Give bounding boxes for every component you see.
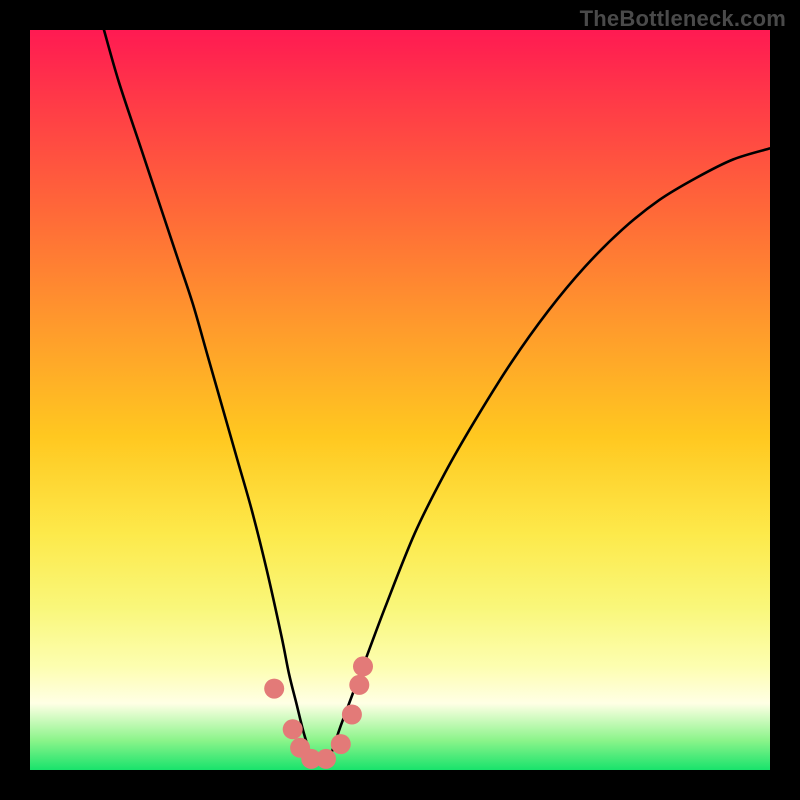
- watermark-text: TheBottleneck.com: [580, 6, 786, 32]
- curve-marker: [316, 749, 336, 769]
- curve-marker: [283, 719, 303, 739]
- chart-frame: TheBottleneck.com: [0, 0, 800, 800]
- plot-area: [30, 30, 770, 770]
- bottleneck-curve: [104, 30, 770, 764]
- curve-layer: [30, 30, 770, 770]
- curve-marker: [353, 656, 373, 676]
- curve-marker: [264, 679, 284, 699]
- curve-markers: [264, 656, 373, 769]
- curve-marker: [331, 734, 351, 754]
- curve-marker: [342, 705, 362, 725]
- curve-marker: [349, 675, 369, 695]
